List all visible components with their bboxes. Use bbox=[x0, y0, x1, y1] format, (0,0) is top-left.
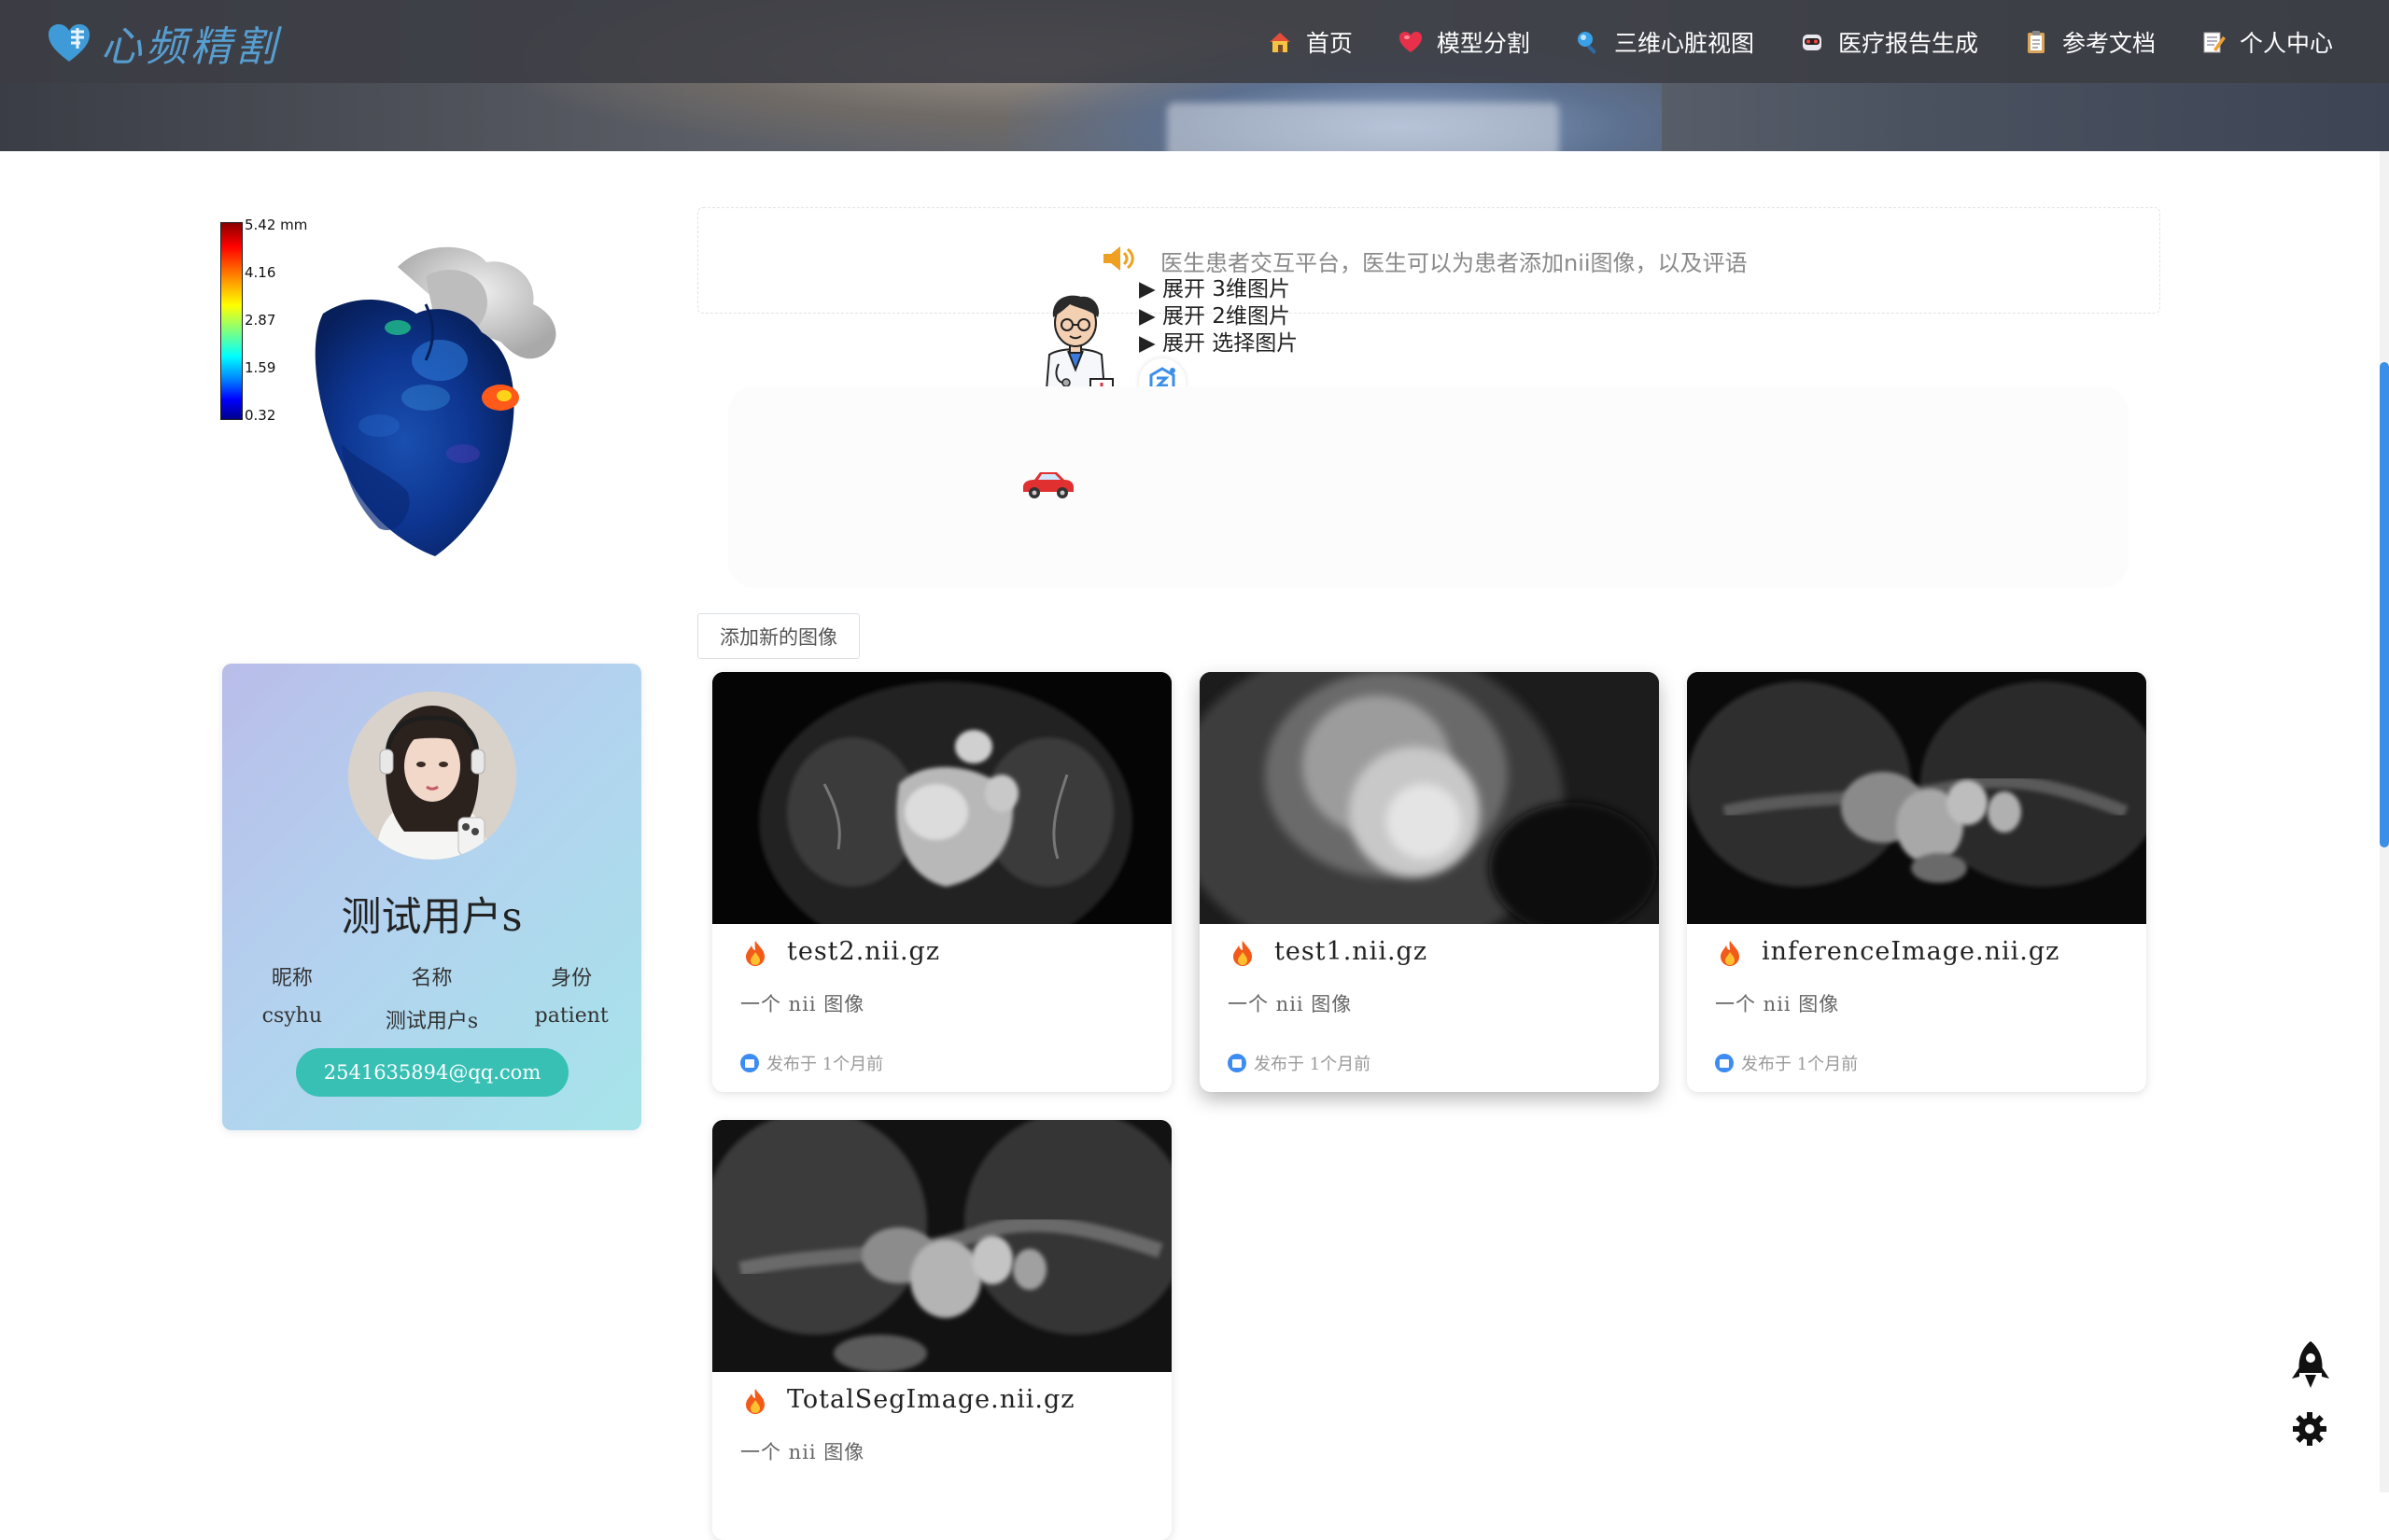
card-title: inferenceImage.nii.gz bbox=[1762, 937, 2060, 966]
nav-report-label: 医疗报告生成 bbox=[1837, 29, 1978, 57]
value-nickname: csyhu bbox=[261, 1004, 323, 1028]
gear-icon[interactable] bbox=[2292, 1411, 2327, 1447]
value-role: patient bbox=[534, 1004, 609, 1028]
image-card[interactable]: test2.nii.gz 一个 nii 图像 发布于 1个月前 bbox=[712, 672, 1172, 1092]
fire-icon bbox=[1233, 941, 1252, 966]
card-description: 一个 nii 图像 bbox=[740, 993, 865, 1015]
card-posted-time: 发布于 1个月前 bbox=[1254, 1055, 1371, 1074]
card-thumbnail bbox=[712, 1120, 1172, 1372]
expand-select-images[interactable]: ▶ 展开 选择图片 bbox=[1139, 325, 1298, 357]
card-title: TotalSegImage.nii.gz bbox=[787, 1385, 1075, 1414]
heart-3d-model[interactable] bbox=[286, 239, 594, 566]
nav-docs[interactable]: 参考文档 bbox=[2023, 25, 2156, 59]
email-button[interactable]: 2541635894@qq.com bbox=[296, 1048, 569, 1097]
card-thumbnail bbox=[712, 672, 1172, 924]
nav-3d-view[interactable]: 三维心脏视图 bbox=[1575, 25, 1754, 59]
nav-segmentation[interactable]: 模型分割 bbox=[1398, 25, 1530, 59]
robot-icon bbox=[1802, 34, 1821, 50]
hero-blur-highlight bbox=[1167, 103, 1559, 151]
card-title: test1.nii.gz bbox=[1274, 937, 1428, 966]
image-card[interactable]: test1.nii.gz 一个 nii 图像 发布于 1个月前 bbox=[1200, 672, 1659, 1092]
memo-icon bbox=[2203, 32, 2226, 52]
fire-icon bbox=[1721, 941, 1739, 966]
card-description: 一个 nii 图像 bbox=[1228, 993, 1353, 1015]
calendar-icon bbox=[740, 1054, 759, 1072]
nav-segmentation-label: 模型分割 bbox=[1436, 29, 1530, 57]
nav-3d-view-label: 三维心脏视图 bbox=[1613, 29, 1754, 57]
profile-card: 测试用户s 昵称 名称 身份 csyhu 测试用户s patient 25416… bbox=[222, 664, 641, 1130]
colorbar-label-max: 5.42 mm bbox=[245, 217, 308, 233]
home-icon bbox=[1269, 32, 1290, 52]
rocket-icon[interactable] bbox=[2290, 1339, 2331, 1393]
doctor-avatar-icon bbox=[1044, 295, 1114, 401]
nav-profile[interactable]: 个人中心 bbox=[2200, 25, 2333, 59]
card-footer: 发布于 1个月前 bbox=[1228, 1051, 1370, 1075]
top-navbar: 心频精割 首页 模型分割 三维心脏视图 医疗报告生成 参考文档 个人中心 bbox=[0, 0, 2389, 83]
fire-icon bbox=[746, 941, 765, 966]
colorbar-label: 4.16 bbox=[245, 264, 276, 281]
image-card[interactable]: TotalSegImage.nii.gz 一个 nii 图像 bbox=[712, 1120, 1172, 1540]
profile-field-headers: 昵称 名称 身份 bbox=[222, 961, 641, 991]
card-posted-time: 发布于 1个月前 bbox=[1741, 1055, 1859, 1074]
add-image-button[interactable]: 添加新的图像 bbox=[697, 613, 860, 659]
card-description: 一个 nii 图像 bbox=[1715, 993, 1840, 1015]
profile-field-values: csyhu 测试用户s patient bbox=[222, 1004, 641, 1034]
card-description: 一个 nii 图像 bbox=[740, 1441, 865, 1463]
card-thumbnail bbox=[1200, 672, 1659, 924]
calendar-icon bbox=[1715, 1054, 1734, 1072]
nav-profile-label: 个人中心 bbox=[2239, 29, 2333, 57]
nav-docs-label: 参考文档 bbox=[2061, 29, 2156, 57]
speaker-icon bbox=[1103, 246, 1134, 271]
heart-icon bbox=[1398, 31, 1422, 52]
profile-display-name: 测试用户s bbox=[341, 894, 523, 941]
header-name: 名称 bbox=[411, 967, 453, 990]
card-posted-time: 发布于 1个月前 bbox=[766, 1055, 884, 1074]
image-card[interactable]: inferenceImage.nii.gz 一个 nii 图像 发布于 1个月前 bbox=[1687, 672, 2146, 1092]
page-scrollbar-thumb[interactable] bbox=[2380, 362, 2389, 847]
calendar-icon bbox=[1228, 1054, 1246, 1072]
site-logo[interactable]: 心频精割 bbox=[45, 17, 280, 71]
colorbar-gradient bbox=[220, 222, 243, 420]
nav-report[interactable]: 医疗报告生成 bbox=[1799, 25, 1978, 59]
card-footer: 发布于 1个月前 bbox=[740, 1051, 883, 1075]
magnifier-icon bbox=[1577, 31, 1596, 54]
main-nav: 首页 模型分割 三维心脏视图 医疗报告生成 参考文档 个人中心 bbox=[1267, 0, 2333, 83]
card-footer: 发布于 1个月前 bbox=[1715, 1051, 1858, 1075]
value-name: 测试用户s bbox=[385, 1010, 479, 1033]
logo-heart-icon bbox=[49, 24, 90, 62]
avatar[interactable] bbox=[348, 692, 516, 860]
nav-home-label: 首页 bbox=[1305, 29, 1353, 57]
logo-text: 心频精割 bbox=[101, 23, 280, 71]
card-title: test2.nii.gz bbox=[787, 937, 941, 966]
fire-icon bbox=[746, 1389, 765, 1414]
clipboard-icon bbox=[2027, 30, 2045, 53]
colorbar-label: 2.87 bbox=[245, 312, 276, 329]
card-thumbnail bbox=[1687, 672, 2146, 924]
avatar-photo bbox=[348, 692, 516, 860]
colorbar-label: 1.59 bbox=[245, 359, 276, 376]
header-role: 身份 bbox=[551, 967, 593, 990]
car-icon bbox=[1023, 472, 1074, 498]
animation-track bbox=[728, 386, 2129, 588]
colorbar-label-min: 0.32 bbox=[245, 407, 276, 424]
nav-home[interactable]: 首页 bbox=[1267, 25, 1353, 59]
header-nickname: 昵称 bbox=[271, 967, 313, 990]
